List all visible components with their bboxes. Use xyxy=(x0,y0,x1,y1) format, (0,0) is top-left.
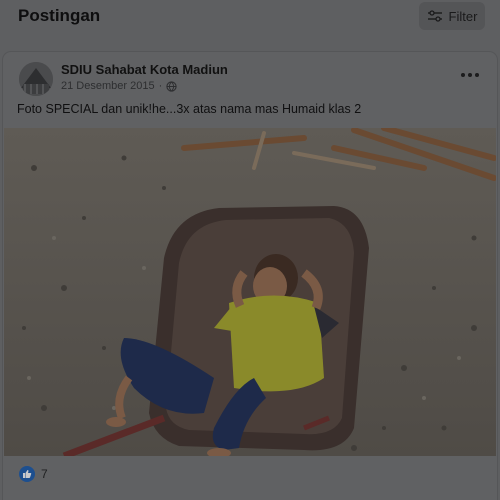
globe-icon xyxy=(166,80,177,92)
post-date[interactable]: 21 Desember 2015 xyxy=(61,80,155,92)
section-title: Postingan xyxy=(18,6,101,25)
post-meta: 21 Desember 2015 · xyxy=(61,80,177,92)
post-text: Foto SPECIAL dan unik!he...3x atas nama … xyxy=(17,102,362,116)
section-header: Postingan Filter xyxy=(0,0,500,38)
reaction-summary[interactable]: 7 xyxy=(19,466,48,482)
meta-separator: · xyxy=(158,80,163,92)
building-logo-icon xyxy=(19,62,53,96)
post-card: SDIU Sahabat Kota Madiun 21 Desember 201… xyxy=(3,52,497,500)
sliders-icon xyxy=(427,10,442,22)
avatar[interactable] xyxy=(19,62,53,96)
post-photo[interactable] xyxy=(4,128,496,456)
post-author[interactable]: SDIU Sahabat Kota Madiun xyxy=(61,62,228,77)
filter-button[interactable]: Filter xyxy=(419,2,485,30)
like-icon xyxy=(19,466,35,482)
filter-label: Filter xyxy=(448,8,478,24)
child-in-wheelbarrow-image xyxy=(4,128,496,456)
more-options-icon[interactable] xyxy=(461,70,481,80)
reaction-count: 7 xyxy=(41,467,48,481)
